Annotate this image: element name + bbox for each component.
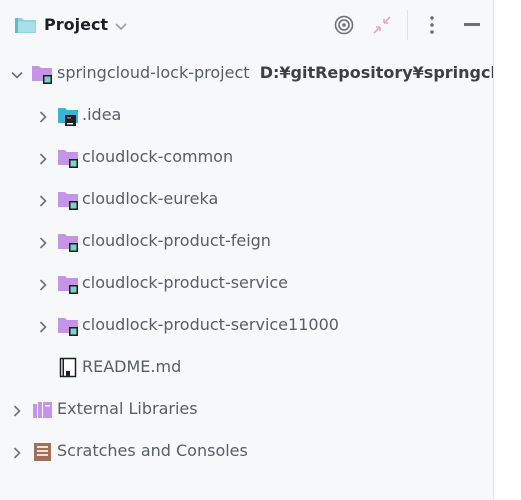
locate-icon[interactable] xyxy=(332,13,356,37)
tree-row-cloudlock-eureka[interactable]: cloudlock-eureka xyxy=(0,182,493,218)
project-title[interactable]: Project xyxy=(44,14,108,36)
chevron-right-icon[interactable] xyxy=(36,109,50,123)
scratches-icon xyxy=(31,441,55,463)
tree-row-cloudlock-product-feign[interactable]: cloudlock-product-feign xyxy=(0,224,493,260)
chevron-right-icon[interactable] xyxy=(36,193,50,207)
markdown-file-icon xyxy=(57,357,81,379)
minimize-icon[interactable] xyxy=(460,13,484,37)
tree-item-label: External Libraries xyxy=(57,399,198,418)
tree-row-root[interactable]: springcloud-lock-project D:¥gitRepositor… xyxy=(0,56,493,92)
module-folder-icon xyxy=(57,315,81,337)
tree-item-label: .idea xyxy=(82,105,122,124)
tree-row-readme[interactable]: README.md xyxy=(0,350,493,386)
tree-row-external-libraries[interactable]: External Libraries xyxy=(0,392,493,428)
chevron-right-icon[interactable] xyxy=(36,151,50,165)
module-folder-icon xyxy=(57,273,81,295)
chevron-right-icon[interactable] xyxy=(36,235,50,249)
tree-row-scratches[interactable]: Scratches and Consoles xyxy=(0,434,493,470)
header-separator xyxy=(407,10,408,40)
module-folder-icon xyxy=(57,189,81,211)
collapse-all-icon[interactable] xyxy=(370,13,394,37)
root-path: D:¥gitRepository¥springclo xyxy=(259,63,493,82)
chevron-right-icon[interactable] xyxy=(36,319,50,333)
chevron-right-icon[interactable] xyxy=(36,277,50,291)
module-folder-icon xyxy=(57,147,81,169)
root-label: springcloud-lock-project xyxy=(57,63,250,82)
tree-row-idea[interactable]: .idea xyxy=(0,98,493,134)
editor-edge xyxy=(493,0,521,500)
module-folder-icon xyxy=(57,231,81,253)
tree-item-label: cloudlock-common xyxy=(82,147,234,166)
project-folder-icon xyxy=(14,16,38,34)
tree-row-cloudlock-product-service[interactable]: cloudlock-product-service xyxy=(0,266,493,302)
tree-row-cloudlock-product-service11000[interactable]: cloudlock-product-service11000 xyxy=(0,308,493,344)
chevron-right-icon[interactable] xyxy=(10,403,24,417)
idea-folder-icon xyxy=(57,105,81,127)
tree-item-label: cloudlock-product-service xyxy=(82,273,289,292)
tree-item-label: README.md xyxy=(82,357,182,376)
more-options-icon[interactable] xyxy=(420,13,444,37)
tree-item-label: cloudlock-product-feign xyxy=(82,231,271,250)
module-folder-icon xyxy=(31,63,55,85)
tree-item-label: cloudlock-product-service11000 xyxy=(82,315,339,334)
tree-item-label: cloudlock-eureka xyxy=(82,189,219,208)
tree-item-label: Scratches and Consoles xyxy=(57,441,248,460)
tree-row-cloudlock-common[interactable]: cloudlock-common xyxy=(0,140,493,176)
chevron-down-icon[interactable] xyxy=(114,18,128,32)
project-tool-window: Project springcloud-lock-project D:¥gitR… xyxy=(0,0,493,500)
chevron-right-icon[interactable] xyxy=(10,445,24,459)
project-header: Project xyxy=(0,0,493,50)
chevron-down-icon[interactable] xyxy=(10,67,24,81)
library-icon xyxy=(31,399,55,421)
